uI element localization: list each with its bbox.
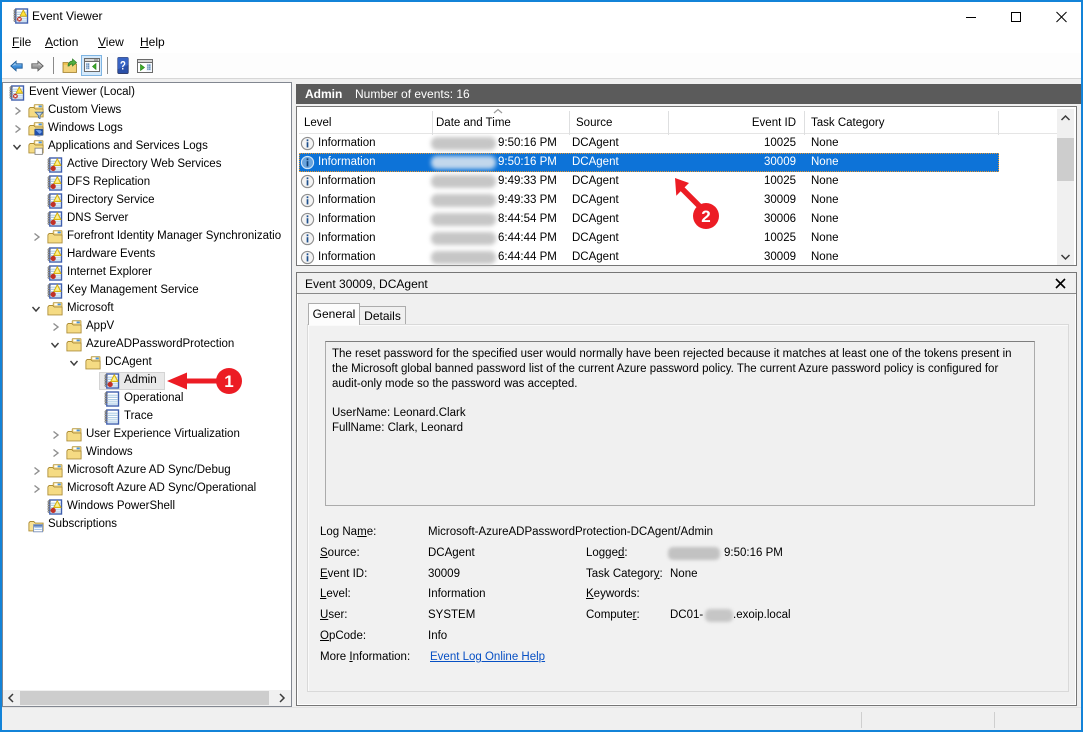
svg-text:2: 2	[701, 207, 710, 226]
svg-text:1: 1	[224, 372, 233, 391]
